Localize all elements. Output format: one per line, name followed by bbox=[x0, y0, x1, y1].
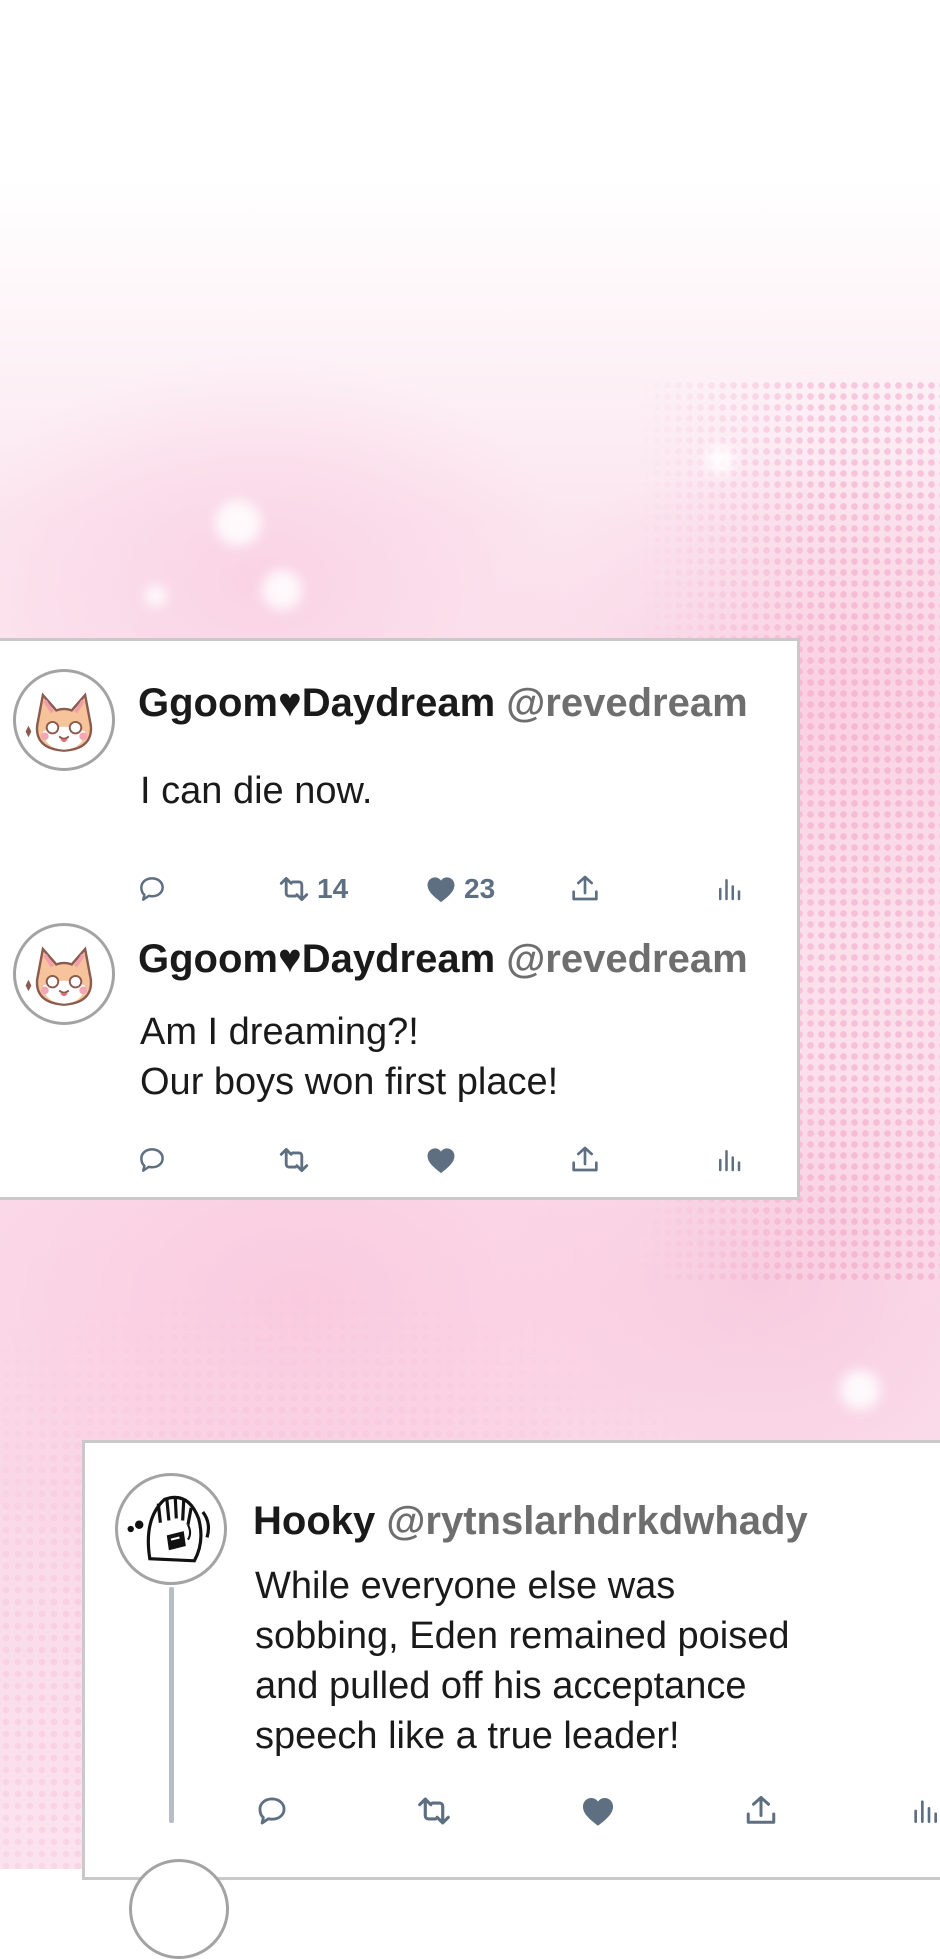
tweet-line: sobbing, Eden remained poised bbox=[255, 1615, 790, 1657]
like-button[interactable]: 23 bbox=[424, 869, 495, 909]
tweet-line: I can die now. bbox=[140, 770, 373, 812]
share-button[interactable] bbox=[569, 869, 601, 909]
analytics-icon bbox=[909, 1795, 940, 1827]
thread-line bbox=[169, 1587, 174, 1823]
avatar[interactable] bbox=[13, 923, 115, 1025]
retweet-button[interactable] bbox=[277, 1140, 311, 1180]
tweet-line: speech like a true leader! bbox=[255, 1715, 680, 1757]
retweet-icon bbox=[277, 872, 311, 906]
tweet-card: Ggoom♥Daydream @revedream I can die now.… bbox=[0, 638, 800, 1200]
analytics-button[interactable] bbox=[909, 1791, 940, 1831]
display-name: Ggoom♥Daydream bbox=[138, 937, 496, 981]
cat-avatar-icon bbox=[16, 926, 112, 1022]
tweet-text: I can die now. bbox=[140, 767, 372, 815]
crying-doodle-avatar-icon bbox=[118, 1476, 224, 1582]
reply-icon bbox=[137, 874, 167, 904]
tweet-author[interactable]: Ggoom♥Daydream @revedream bbox=[138, 937, 748, 982]
handle: @revedream bbox=[506, 937, 748, 981]
avatar[interactable] bbox=[13, 669, 115, 771]
share-button[interactable] bbox=[569, 1140, 601, 1180]
sparkle bbox=[145, 585, 167, 607]
share-button[interactable] bbox=[743, 1791, 779, 1831]
display-name: Hooky bbox=[253, 1499, 376, 1543]
tweet-text: While everyone else was sobbing, Eden re… bbox=[255, 1561, 790, 1761]
retweet-button[interactable]: 14 bbox=[277, 869, 348, 909]
tweet-actions: 14 23 bbox=[137, 869, 757, 909]
next-avatar-partial bbox=[129, 1859, 229, 1959]
tweet-text: Am I dreaming?! Our boys won first place… bbox=[140, 1007, 558, 1107]
reply-button[interactable] bbox=[137, 1140, 167, 1180]
sparkle bbox=[215, 500, 261, 546]
tweet-line: Our boys won first place! bbox=[140, 1061, 559, 1103]
tweet-card: Hooky @rytnslarhdrkdwhady While everyone… bbox=[82, 1440, 940, 1959]
analytics-button[interactable] bbox=[714, 1140, 744, 1180]
like-count: 23 bbox=[464, 873, 496, 904]
handle: @rytnslarhdrkdwhady bbox=[386, 1499, 808, 1543]
retweet-count: 14 bbox=[317, 873, 349, 904]
reply-icon bbox=[255, 1794, 289, 1828]
analytics-icon bbox=[714, 1145, 744, 1175]
share-icon bbox=[569, 873, 601, 905]
reply-button[interactable] bbox=[137, 869, 167, 909]
sparkle bbox=[705, 445, 735, 475]
cat-avatar-icon bbox=[16, 672, 112, 768]
tweet-line: Am I dreaming?! bbox=[140, 1011, 419, 1053]
tweet-actions bbox=[255, 1791, 940, 1831]
tweet-line: and pulled off his acceptance bbox=[255, 1665, 747, 1707]
sparkle bbox=[262, 570, 302, 610]
display-name: Ggoom♥Daydream bbox=[138, 681, 496, 725]
like-button[interactable] bbox=[579, 1791, 617, 1831]
reply-icon bbox=[137, 1145, 167, 1175]
retweet-icon bbox=[277, 1143, 311, 1177]
handle: @revedream bbox=[506, 681, 748, 725]
like-icon bbox=[424, 872, 458, 906]
tweet-line: While everyone else was bbox=[255, 1565, 676, 1607]
like-icon bbox=[579, 1792, 617, 1830]
like-icon bbox=[424, 1143, 458, 1177]
like-button[interactable] bbox=[424, 1140, 458, 1180]
tweet-author[interactable]: Ggoom♥Daydream @revedream bbox=[138, 681, 748, 726]
analytics-button[interactable] bbox=[714, 869, 744, 909]
analytics-icon bbox=[714, 874, 744, 904]
sparkle bbox=[840, 1370, 880, 1410]
tweet-author[interactable]: Hooky @rytnslarhdrkdwhady bbox=[253, 1499, 808, 1544]
tweet-actions bbox=[137, 1140, 757, 1180]
share-icon bbox=[743, 1793, 779, 1829]
avatar[interactable] bbox=[115, 1473, 227, 1585]
share-icon bbox=[569, 1144, 601, 1176]
retweet-button[interactable] bbox=[415, 1791, 453, 1831]
reply-button[interactable] bbox=[255, 1791, 289, 1831]
retweet-icon bbox=[415, 1792, 453, 1830]
